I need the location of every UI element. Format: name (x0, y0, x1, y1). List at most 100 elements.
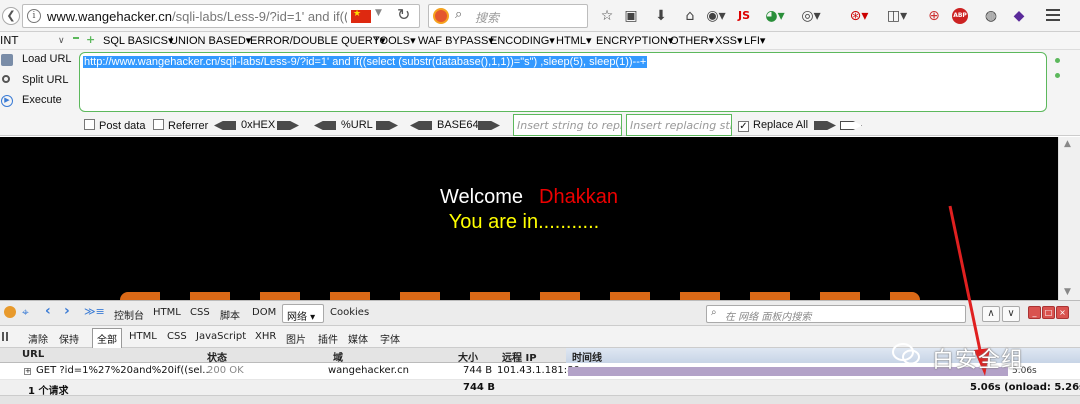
network-search-input[interactable]: ⌕ 在 网络 面板内搜索 (706, 305, 966, 323)
tab-css[interactable]: CSS (190, 307, 210, 318)
referrer-option[interactable]: Referrer (153, 119, 208, 132)
color-icon[interactable]: ◕▾ (764, 6, 786, 26)
column-size[interactable]: 大小 (458, 349, 478, 364)
pause-icon[interactable] (2, 332, 8, 341)
execute-label: Execute (22, 94, 62, 106)
menu-waf-bypass[interactable]: WAF BYPASS▾ (418, 34, 494, 47)
column-url[interactable]: URL (22, 349, 44, 360)
detach-icon[interactable]: □ (1042, 306, 1055, 319)
close-icon[interactable]: × (1056, 306, 1069, 319)
scroll-up-icon[interactable]: ▲ (1064, 139, 1071, 149)
filter-fonts[interactable]: 字体 (380, 331, 400, 346)
download-icon[interactable]: ⬇ (652, 6, 670, 26)
cube-icon[interactable]: ◆ (1010, 6, 1028, 26)
expand-icon[interactable]: + (24, 368, 31, 375)
filter-javascript[interactable]: JavaScript (196, 331, 246, 342)
shield-icon[interactable]: ◉▾ (705, 6, 727, 26)
tab-dom[interactable]: DOM (252, 307, 276, 318)
network-summary: 1 个请求 744 B 5.06s (onload: 5.26s) (0, 380, 1080, 397)
resize-plus-icon[interactable] (1055, 58, 1060, 63)
inspect-icon[interactable]: ⌖ (22, 305, 29, 320)
filter-all[interactable]: 全部 (92, 328, 122, 349)
info-icon[interactable]: i (27, 9, 41, 23)
menu-sql-basics[interactable]: SQL BASICS▾ (103, 34, 174, 47)
palette-icon[interactable]: ◎▾ (800, 6, 822, 26)
column-domain[interactable]: 域 (333, 349, 343, 364)
chevron-down-icon: ∨ (58, 36, 65, 46)
menu-union-based[interactable]: UNION BASED▾ (170, 34, 251, 47)
filter-media[interactable]: 媒体 (348, 331, 368, 346)
menu-html[interactable]: HTML▾ (556, 34, 591, 47)
filter-html[interactable]: HTML (129, 331, 157, 342)
address-bar[interactable]: i www.wangehacker.cn/sqli-labs/Less-9/?i… (22, 4, 420, 28)
minus-icon[interactable] (73, 37, 79, 39)
replace-with-input[interactable]: Insert replacing string (626, 114, 732, 136)
navigation-bar: ❮ i www.wangehacker.cn/sqli-labs/Less-9/… (0, 0, 1080, 32)
login-message: You are in........... (448, 211, 600, 233)
home-icon[interactable]: ⌂ (681, 6, 699, 26)
bug-icon[interactable]: ⊛▾ (846, 6, 872, 26)
star-icon[interactable]: ☆ (598, 6, 616, 26)
menu-error-double-query[interactable]: ERROR/DOUBLE QUERY▾ (250, 34, 386, 47)
minimize-icon[interactable]: _ (1028, 306, 1041, 319)
back-button[interactable]: ❮ (2, 7, 20, 25)
filter-css[interactable]: CSS (167, 331, 187, 342)
summary-time: 5.06s (onload: 5.26s) (970, 382, 1080, 393)
filter-clear[interactable]: 清除 (28, 331, 48, 346)
command-line-icon[interactable]: ≫≡ (84, 305, 105, 318)
menu-tools[interactable]: TOOLS▾ (373, 34, 416, 47)
scroll-down-icon[interactable]: ▼ (1064, 287, 1071, 297)
abp-icon[interactable]: ABP (952, 8, 968, 24)
page-scrollbar[interactable]: ▲ ▼ (1058, 137, 1080, 300)
filter-plugins[interactable]: 插件 (318, 331, 338, 346)
search-placeholder: 搜索 (475, 11, 500, 25)
replace-all-label: Replace All (753, 119, 809, 131)
tab-cookies[interactable]: Cookies (330, 307, 369, 318)
plus-icon[interactable]: + (86, 33, 95, 46)
replace-all-checkbox[interactable] (738, 121, 749, 132)
search-bar[interactable]: ⌕ 搜索 (428, 4, 588, 28)
replace-find-input[interactable]: Insert string to replace (513, 114, 622, 136)
split-url-button[interactable]: Split URL (0, 74, 76, 88)
column-status[interactable]: 状态 (207, 349, 227, 364)
menu-other[interactable]: OTHER▾ (670, 34, 714, 47)
filter-xhr[interactable]: XHR (255, 331, 276, 342)
post-data-checkbox[interactable] (84, 119, 95, 130)
menu-encryption[interactable]: ENCRYPTION▾ (596, 34, 673, 47)
tab-script[interactable]: 脚本 (220, 307, 240, 322)
resize-minus-icon[interactable] (1055, 73, 1060, 78)
search-icon: ⌕ (455, 7, 463, 22)
magnifier-icon[interactable]: ⊕ (925, 6, 943, 26)
replace-all-option[interactable]: Replace All (738, 119, 808, 132)
forward-arrow-icon[interactable]: › (64, 303, 70, 319)
load-url-button[interactable]: Load URL (0, 53, 76, 67)
search-next-button[interactable]: ∨ (1002, 306, 1020, 322)
post-data-option[interactable]: Post data (84, 119, 145, 132)
referrer-checkbox[interactable] (153, 119, 164, 130)
screenshot-icon[interactable]: ◫▾ (885, 6, 909, 26)
back-arrow-icon[interactable]: ‹ (45, 303, 51, 319)
menu-lfi[interactable]: LFI▾ (744, 34, 765, 47)
tab-network[interactable]: 网络 ▾ (282, 304, 324, 323)
injection-type-select[interactable]: INT ∨ (0, 33, 66, 49)
globe-icon[interactable]: ◍ (982, 6, 1000, 26)
welcome-heading: Welcome Dhakkan (0, 186, 1058, 209)
menu-encoding[interactable]: ENCODING▾ (490, 34, 555, 47)
reload-icon[interactable]: ↻ (397, 5, 410, 24)
filter-persist[interactable]: 保持 (59, 331, 79, 346)
menu-xss[interactable]: XSS▾ (715, 34, 743, 47)
tab-console[interactable]: 控制台 (114, 307, 144, 322)
execute-button[interactable]: ▶ Execute (0, 94, 76, 108)
url-textarea[interactable]: http://www.wangehacker.cn/sqli-labs/Less… (79, 52, 1047, 112)
search-engine-icon[interactable] (433, 8, 449, 24)
menu-icon[interactable] (1046, 6, 1060, 24)
column-timeline[interactable]: 时间线 (572, 349, 602, 364)
tab-html[interactable]: HTML (153, 307, 181, 318)
js-icon[interactable]: JS (734, 6, 754, 26)
reader-icon[interactable]: ▣ (622, 6, 640, 26)
address-text[interactable]: www.wangehacker.cn/sqli-labs/Less-9/?id=… (47, 9, 347, 25)
dropdown-icon[interactable]: ▼ (375, 8, 382, 18)
filter-images[interactable]: 图片 (286, 331, 306, 346)
column-remote-ip[interactable]: 远程 IP (502, 349, 537, 364)
firebug-icon[interactable] (4, 306, 16, 318)
